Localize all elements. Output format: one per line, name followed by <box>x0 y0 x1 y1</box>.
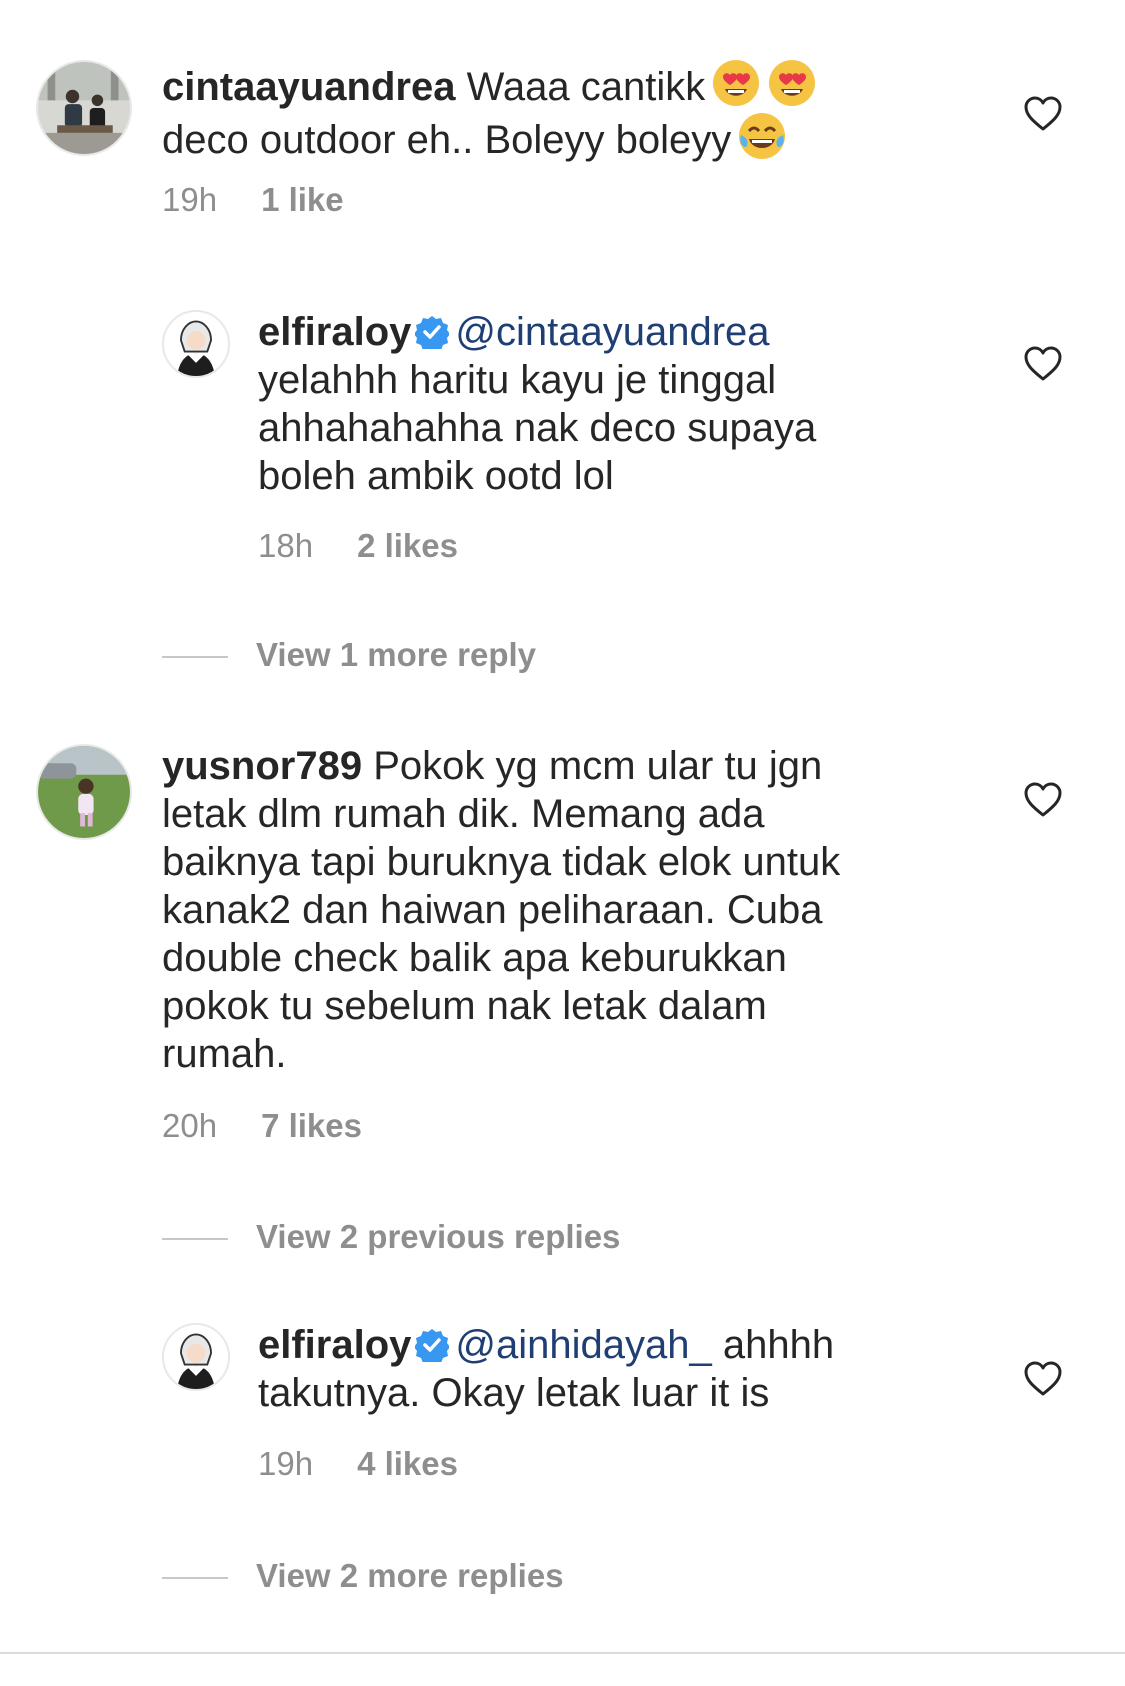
like-count[interactable]: 4 likes <box>357 1445 458 1482</box>
heart-icon[interactable] <box>1023 94 1063 134</box>
avatar-illustration <box>164 1325 228 1389</box>
thread-line <box>162 656 228 659</box>
username[interactable]: elfiraloy <box>258 310 411 354</box>
comment-meta: 19h 4 likes <box>258 1445 458 1483</box>
heart-eyes-emoji <box>769 60 816 106</box>
comment-body: rumah. <box>162 1032 287 1076</box>
mention-link[interactable]: @ainhidayah_ <box>455 1323 711 1367</box>
avatar-photo <box>38 62 130 154</box>
username[interactable]: elfiraloy <box>258 1323 411 1367</box>
comment-meta: 20h 7 likes <box>162 1107 362 1145</box>
timestamp: 18h <box>258 527 314 564</box>
heart-eyes-emoji <box>713 60 760 106</box>
view-more-replies-button[interactable]: View 2 more replies <box>162 1557 564 1595</box>
comment-text: elfiraloy @ainhidayah_ ahhhh takutnya. Ok… <box>258 1321 918 1417</box>
comment-body: boleh ambik ootd lol <box>258 454 614 498</box>
username[interactable]: cintaayuandrea <box>162 65 455 109</box>
thread-line <box>162 1577 228 1580</box>
comment-body: yelahhh haritu kayu je tinggal <box>258 358 777 402</box>
avatar-photo <box>38 746 130 838</box>
tears-of-joy-emoji <box>739 113 786 159</box>
view-replies-label: View 2 more replies <box>256 1557 564 1594</box>
heart-icon[interactable] <box>1023 344 1063 384</box>
avatar[interactable] <box>162 310 230 378</box>
mention-link[interactable]: @cintaayuandrea <box>455 310 769 354</box>
comment-meta: 19h 1 like <box>162 181 344 219</box>
comment-text: yusnor789 Pokok yg mcm ular tu jgn letak… <box>162 742 942 1078</box>
verified-badge-icon <box>415 316 450 349</box>
timestamp: 20h <box>162 1107 218 1144</box>
comment-text: elfiraloy @cintaayuandrea yelahhh haritu … <box>258 308 898 500</box>
view-replies-label: View 2 previous replies <box>256 1218 621 1255</box>
view-previous-replies-button[interactable]: View 2 previous replies <box>162 1218 620 1256</box>
view-more-replies-button[interactable]: View 1 more reply <box>162 636 536 674</box>
comment-text: cintaayuandrea Waaa cantikk deco outdoor… <box>162 58 922 164</box>
comment-body: letak dlm rumah dik. Memang ada <box>162 792 765 836</box>
avatar[interactable] <box>162 1323 230 1391</box>
avatar[interactable] <box>36 744 132 840</box>
comment-body: deco outdoor eh.. Boleyy boleyy <box>162 118 732 162</box>
comment-body: Waaa cantikk <box>466 65 706 109</box>
avatar-illustration <box>164 312 228 376</box>
comment-body: kanak2 dan haiwan peliharaan. Cuba <box>162 888 823 932</box>
comment-body: double check balik apa keburukkan <box>162 936 787 980</box>
like-count[interactable]: 7 likes <box>261 1107 362 1144</box>
comment-body: ahhahahahha nak deco supaya <box>258 406 817 450</box>
heart-icon[interactable] <box>1023 780 1063 820</box>
avatar[interactable] <box>36 60 132 156</box>
like-count[interactable]: 2 likes <box>357 527 458 564</box>
comment-body: takutnya. Okay letak luar it is <box>258 1371 770 1415</box>
comment-body: ahhhh <box>722 1323 835 1367</box>
username[interactable]: yusnor789 <box>162 744 362 788</box>
timestamp: 19h <box>258 1445 314 1482</box>
view-replies-label: View 1 more reply <box>256 636 537 673</box>
verified-badge-icon <box>415 1329 450 1362</box>
timestamp: 19h <box>162 181 218 218</box>
thread-line <box>162 1238 228 1241</box>
comment-body: Pokok yg mcm ular tu jgn <box>373 744 823 788</box>
like-count[interactable]: 1 like <box>261 181 344 218</box>
comment-body: baiknya tapi buruknya tidak elok untuk <box>162 840 841 884</box>
heart-icon[interactable] <box>1023 1359 1063 1399</box>
comment-meta: 18h 2 likes <box>258 527 458 565</box>
comment-body: pokok tu sebelum nak letak dalam <box>162 984 767 1028</box>
divider <box>0 1652 1125 1654</box>
